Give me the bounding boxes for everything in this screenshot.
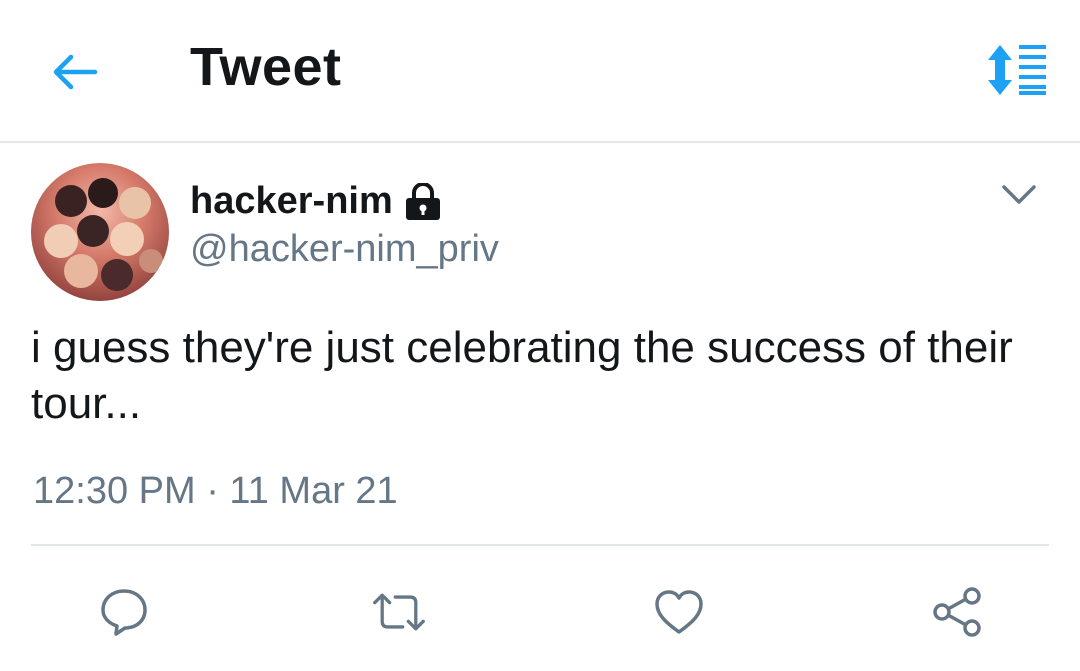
chevron-down-icon bbox=[1002, 185, 1036, 204]
tweet-text: i guess they're just celebrating the suc… bbox=[31, 323, 1013, 428]
reply-button[interactable] bbox=[96, 584, 152, 640]
page-title: Tweet bbox=[190, 37, 342, 97]
tweet-timestamp: 12:30 PM · 11 Mar 21 bbox=[33, 470, 398, 512]
share-icon bbox=[933, 587, 981, 637]
avatar-photo bbox=[44, 178, 163, 291]
more-options-button[interactable] bbox=[996, 175, 1042, 215]
share-button[interactable] bbox=[929, 584, 985, 640]
like-button[interactable] bbox=[651, 584, 707, 640]
author-name-text: hacker-nim bbox=[190, 180, 393, 222]
arrow-left-icon bbox=[53, 54, 97, 90]
divider bbox=[31, 544, 1049, 546]
retweet-button[interactable] bbox=[371, 584, 427, 640]
top-app-bar: Tweet bbox=[0, 0, 1080, 143]
author-name[interactable]: hacker-nim bbox=[190, 180, 443, 223]
retweet-icon bbox=[373, 593, 425, 631]
sort-button[interactable] bbox=[980, 40, 1050, 100]
like-icon bbox=[655, 590, 703, 634]
sort-updown-icon bbox=[988, 45, 1046, 95]
reply-icon bbox=[101, 589, 147, 636]
back-button[interactable] bbox=[46, 44, 102, 100]
avatar[interactable] bbox=[31, 163, 169, 301]
author-handle[interactable]: @hacker-nim_priv bbox=[190, 228, 499, 271]
lock-icon bbox=[405, 182, 440, 220]
